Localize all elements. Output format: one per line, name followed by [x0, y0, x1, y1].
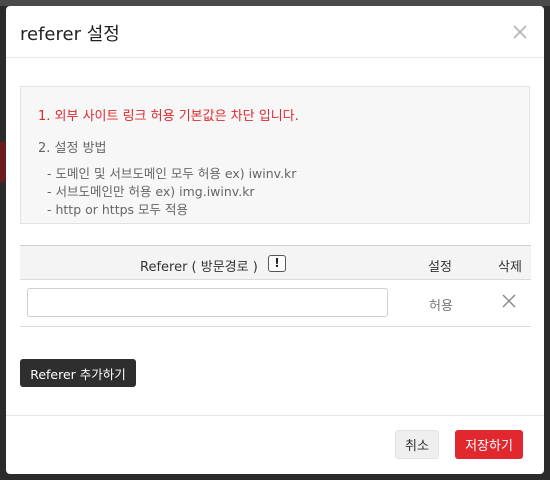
referer-input[interactable]	[27, 288, 388, 317]
modal-header: referer 설정	[6, 6, 544, 58]
close-icon	[502, 294, 516, 308]
close-button[interactable]	[510, 22, 530, 42]
setting-value: 허용	[429, 299, 453, 314]
help-icon[interactable]: !	[268, 255, 286, 272]
info-box: 1. 외부 사이트 링크 허용 기본값은 차단 입니다. 2. 설정 방법 - …	[20, 86, 530, 224]
info-method-item: - 도메인 및 서브도메인 모두 허용 ex) iwinv.kr	[47, 166, 297, 181]
add-referer-button[interactable]: Referer 추가하기	[20, 359, 136, 387]
modal-footer: 취소 저장하기	[6, 415, 544, 474]
column-header-setting: 설정	[428, 260, 452, 275]
referer-settings-modal: referer 설정 1. 외부 사이트 링크 허용 기본값은 차단 입니다. …	[6, 6, 544, 474]
cancel-button[interactable]: 취소	[395, 430, 439, 459]
table-header: Referer ( 방문경로 ) ! 설정 삭제	[20, 245, 531, 280]
delete-row-button[interactable]	[501, 293, 517, 309]
info-method-heading: 2. 설정 방법	[38, 141, 107, 156]
table-row: 허용	[20, 280, 531, 327]
save-button[interactable]: 저장하기	[455, 430, 523, 459]
referer-table: Referer ( 방문경로 ) ! 설정 삭제 허용	[20, 245, 531, 327]
close-icon	[513, 25, 527, 39]
info-method-item: - 서브도메인만 허용 ex) img.iwinv.kr	[47, 184, 255, 199]
column-header-delete: 삭제	[498, 260, 522, 275]
info-default-notice: 1. 외부 사이트 링크 허용 기본값은 차단 입니다.	[38, 109, 299, 124]
column-header-referer: Referer ( 방문경로 )	[140, 260, 258, 275]
modal-title: referer 설정	[20, 24, 120, 45]
info-method-item: - http or https 모두 적용	[47, 202, 188, 217]
